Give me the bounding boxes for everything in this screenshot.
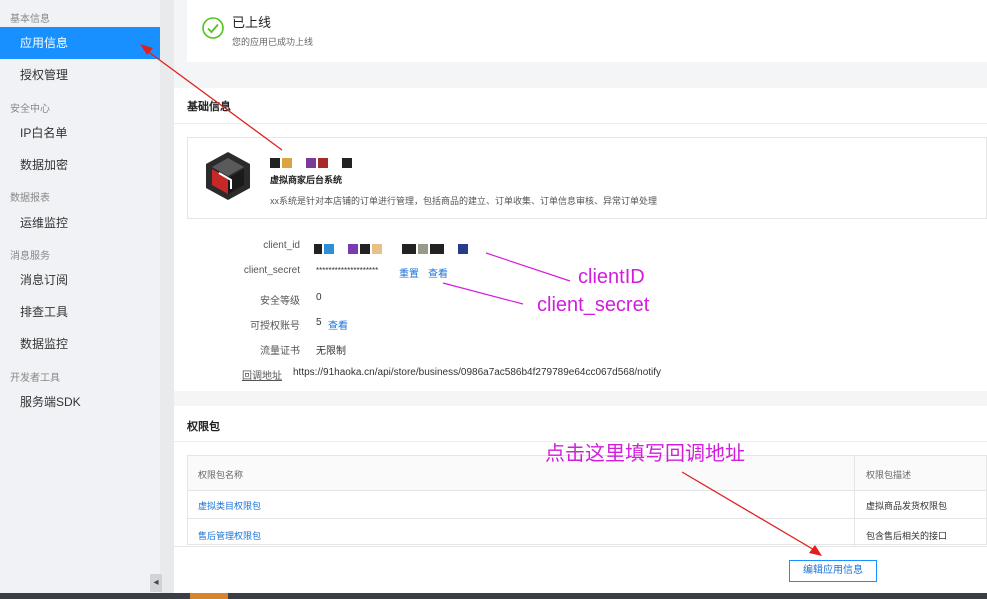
client-secret-view-link[interactable]: 查看 — [428, 265, 448, 280]
status-title: 已上线 — [232, 15, 272, 30]
permissions-title: 权限包 — [187, 421, 220, 433]
app-name: 虚拟商家后台系统 — [270, 175, 343, 185]
traffic-cert-value: 无限制 — [316, 346, 346, 357]
auth-accounts-value: 5 — [316, 317, 322, 328]
client-secret-reset-link[interactable]: 重置 — [399, 265, 419, 280]
callback-url-value: https://91haoka.cn/api/store/business/09… — [293, 367, 662, 378]
status-subtitle: 您的应用已成功上线 — [232, 37, 314, 47]
col-name-header: 权限包名称 — [198, 470, 244, 480]
sidebar-group-dev-tools: 开发者工具 — [10, 373, 60, 384]
traffic-cert-label: 流量证书 — [260, 346, 300, 357]
status-card — [187, 0, 987, 62]
annotation-client-id: clientID — [578, 266, 645, 288]
table-row-desc: 包含售后相关的接口 — [866, 531, 948, 541]
permissions-table: 权限包名称 权限包描述 虚拟类目权限包 虚拟商品发货权限包 售后管理权限包 包含… — [187, 455, 987, 546]
client-id-value-redacted — [314, 240, 470, 258]
sidebar-item-auth-manage[interactable]: 授权管理 — [0, 59, 160, 91]
auth-accounts-label: 可授权账号 — [250, 321, 300, 332]
col-desc-header: 权限包描述 — [866, 470, 912, 480]
sidebar-item-troubleshoot[interactable]: 排查工具 — [0, 296, 160, 328]
app-logo-icon — [206, 152, 250, 200]
sidebar-group-basic: 基本信息 — [10, 14, 50, 25]
success-check-icon — [202, 17, 224, 39]
sidebar: 基本信息 应用信息 授权管理 安全中心 IP白名单 数据加密 数据报表 运维监控… — [0, 0, 161, 599]
callback-url-label: 回调地址 — [242, 371, 282, 382]
sidebar-item-ops-monitor[interactable]: 运维监控 — [0, 207, 160, 239]
sidebar-collapse-icon[interactable]: ◂ — [150, 574, 162, 592]
client-id-label: client_id — [263, 240, 300, 251]
auth-accounts-view-link[interactable]: 查看 — [328, 317, 348, 332]
table-row-name[interactable]: 售后管理权限包 — [198, 529, 261, 542]
sidebar-item-data-monitor[interactable]: 数据监控 — [0, 328, 160, 360]
annotation-client-secret: client_secret — [537, 294, 650, 316]
sidebar-scrollbar[interactable] — [160, 0, 174, 599]
sidebar-item-app-info[interactable]: 应用信息 — [0, 27, 160, 59]
sidebar-group-security: 安全中心 — [10, 104, 50, 115]
divider — [174, 123, 987, 124]
row-divider — [188, 518, 986, 519]
sidebar-group-reports: 数据报表 — [10, 193, 50, 204]
security-level-value: 0 — [316, 292, 322, 303]
annotation-fill-callback: 点击这里填写回调地址 — [545, 443, 745, 465]
column-divider — [854, 456, 855, 546]
client-secret-value: ******************** — [316, 266, 379, 275]
sidebar-item-data-encrypt[interactable]: 数据加密 — [0, 149, 160, 181]
table-row-desc: 虚拟商品发货权限包 — [866, 501, 948, 511]
sidebar-item-server-sdk[interactable]: 服务端SDK — [0, 386, 160, 418]
sidebar-group-message: 消息服务 — [10, 251, 50, 262]
client-secret-label: client_secret — [243, 265, 300, 276]
window-bottom-edge — [0, 593, 987, 599]
sidebar-item-ip-whitelist[interactable]: IP白名单 — [0, 117, 160, 149]
table-row-name[interactable]: 虚拟类目权限包 — [198, 499, 261, 512]
sidebar-item-msg-subscribe[interactable]: 消息订阅 — [0, 264, 160, 296]
edit-app-info-button[interactable]: 编辑应用信息 — [789, 560, 877, 582]
app-description: xx系统是针对本店铺的订单进行管理，包括商品的建立、订单收集、订单信息审核、异常… — [270, 196, 658, 206]
basic-info-title: 基础信息 — [187, 101, 231, 113]
app-name-redacted — [270, 154, 354, 172]
taskbar-highlight — [190, 593, 228, 599]
security-level-label: 安全等级 — [260, 296, 300, 307]
